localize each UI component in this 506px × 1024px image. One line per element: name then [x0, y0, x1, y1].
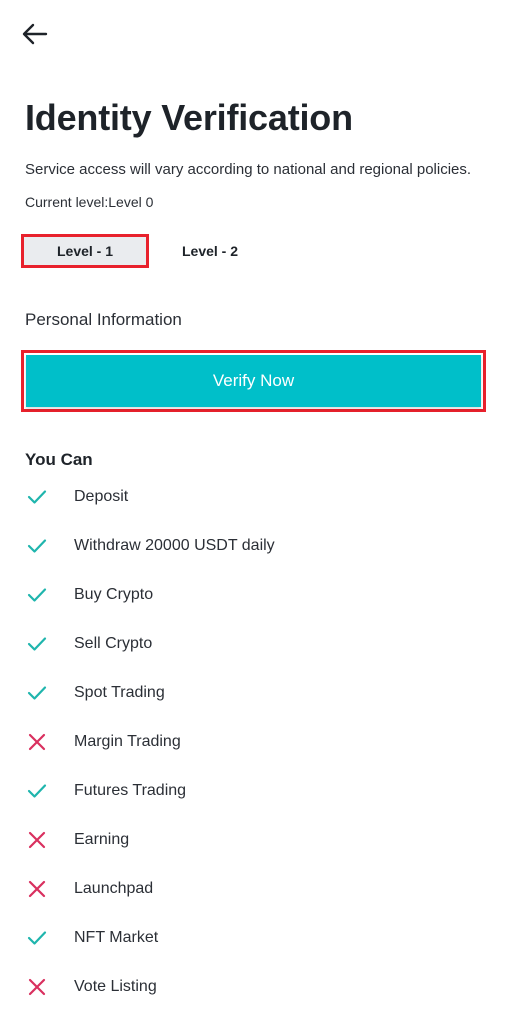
check-icon — [26, 486, 48, 508]
current-level-text: Current level:Level 0 — [25, 194, 154, 210]
feature-label: Earning — [74, 830, 130, 848]
tab-level-1[interactable]: Level - 1 — [21, 234, 149, 268]
policy-note: Service access will vary according to na… — [25, 161, 472, 178]
feature-label: Futures Trading — [74, 781, 187, 799]
feature-item: Futures Trading — [0, 766, 506, 815]
section-title: Personal Information — [25, 310, 182, 329]
feature-label: Sell Crypto — [74, 634, 153, 652]
cross-icon — [26, 976, 48, 998]
feature-item: Vote Listing — [0, 962, 506, 1011]
cross-icon — [26, 731, 48, 753]
feature-item: Margin Trading — [0, 717, 506, 766]
check-icon — [26, 927, 48, 949]
check-icon — [26, 682, 48, 704]
check-icon — [26, 535, 48, 557]
feature-item: Buy Crypto — [0, 570, 506, 619]
identity-verification-screen: Identity Verification Service access wil… — [0, 0, 506, 1024]
feature-label: Margin Trading — [74, 732, 181, 750]
feature-label: Buy Crypto — [74, 585, 154, 603]
back-button[interactable] — [18, 20, 52, 52]
feature-label: Withdraw 20000 USDT daily — [74, 536, 275, 554]
arrow-left-icon — [22, 23, 48, 50]
feature-item: Deposit — [0, 472, 506, 521]
feature-label: Vote Listing — [74, 977, 157, 995]
feature-label: Spot Trading — [74, 683, 165, 701]
feature-label: Launchpad — [74, 879, 154, 897]
feature-label: NFT Market — [74, 928, 159, 946]
tab-level-1-label: Level - 1 — [56, 243, 114, 259]
feature-item: Sell Crypto — [0, 619, 506, 668]
feature-list: Deposit Withdraw 20000 USDT daily Buy Cryp… — [0, 472, 506, 1011]
cross-icon — [26, 829, 48, 851]
feature-label: Deposit — [74, 487, 129, 505]
verify-now-button[interactable]: Verify Now — [26, 355, 481, 407]
feature-item: NFT Market — [0, 913, 506, 962]
check-icon — [26, 780, 48, 802]
verify-highlight: Verify Now — [21, 350, 486, 412]
features-heading: You Can — [25, 450, 93, 469]
tab-level-2-label: Level - 2 — [181, 243, 239, 259]
feature-item: Withdraw 20000 USDT daily — [0, 521, 506, 570]
page-title: Identity Verification — [25, 97, 353, 138]
tab-level-2[interactable]: Level - 2 — [160, 234, 260, 268]
cross-icon — [26, 878, 48, 900]
check-icon — [26, 633, 48, 655]
feature-item: Spot Trading — [0, 668, 506, 717]
feature-item: Earning — [0, 815, 506, 864]
check-icon — [26, 584, 48, 606]
feature-item: Launchpad — [0, 864, 506, 913]
